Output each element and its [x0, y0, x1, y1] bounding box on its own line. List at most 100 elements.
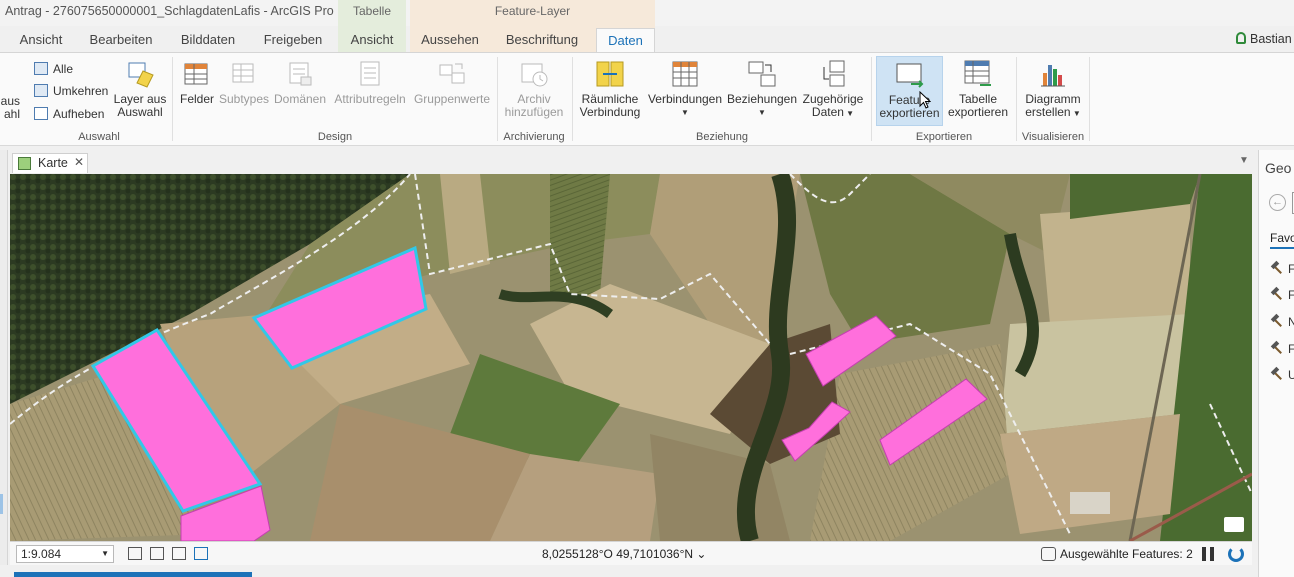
chevron-down-icon: ▼ [101, 549, 109, 558]
group-values-icon [439, 63, 465, 84]
tab-ansicht[interactable]: Ansicht [10, 28, 72, 52]
tab-map-view[interactable]: Karte ✕ [12, 153, 88, 173]
tab-freigeben[interactable]: Freigeben [256, 28, 330, 52]
bar-chart-icon [1041, 65, 1065, 87]
spatial-join-button[interactable]: Räumliche Verbindung [578, 59, 642, 119]
pause-icon[interactable] [1202, 547, 1214, 561]
coordinate-readout[interactable]: 8,0255128°O 49,7101036°N ⌄ [542, 547, 706, 561]
pane-title: Geo [1265, 160, 1292, 176]
export-features-button[interactable]: Feature exportieren [876, 56, 943, 126]
selected-features-count[interactable]: Ausgewählte Features: 2 [1060, 547, 1193, 561]
group-values-button[interactable]: Gruppenwerte [412, 59, 492, 106]
related-data-button[interactable]: Zugehörige Daten ▼ [800, 59, 866, 120]
export-features-icon [896, 63, 923, 88]
close-icon[interactable]: ✕ [74, 155, 84, 169]
north-arrow-icon[interactable] [194, 547, 208, 560]
invert-selection-button[interactable]: Umkehren [34, 84, 108, 98]
relates-icon [748, 61, 776, 87]
user-icon [1236, 32, 1246, 44]
clear-selection-icon [34, 107, 48, 120]
map-icon [18, 157, 31, 170]
chevron-down-icon: ▼ [1070, 109, 1081, 118]
joins-button[interactable]: Verbindungen ▼ [646, 59, 724, 119]
archive-icon [521, 63, 548, 87]
favorite-tool-item[interactable]: U [1271, 368, 1294, 382]
separator [871, 57, 872, 141]
mouse-cursor-icon [919, 91, 931, 109]
chat-icon[interactable] [1224, 517, 1244, 532]
tab-bilddaten[interactable]: Bilddaten [170, 28, 246, 52]
chevron-down-icon: ▼ [758, 108, 766, 117]
geoprocessing-pane: Geo ← Favo F F N F U [1258, 150, 1294, 577]
bottom-tab-indicator [14, 572, 252, 577]
table-grid-icon[interactable] [172, 547, 186, 560]
export-table-icon [964, 60, 991, 86]
hammer-icon [1271, 262, 1284, 275]
add-archive-button[interactable]: Archiv hinzufügen [502, 59, 566, 119]
chevron-down-icon: ▼ [843, 109, 855, 118]
group-label-exportieren: Exportieren [915, 131, 973, 143]
map-view[interactable] [10, 174, 1252, 541]
hammer-icon [1271, 342, 1284, 355]
favorite-tool-item[interactable]: F [1271, 288, 1294, 302]
user-account[interactable]: Bastian [1236, 32, 1292, 46]
favorite-tool-item[interactable]: F [1271, 262, 1294, 276]
separator [1016, 57, 1017, 141]
hammer-icon [1271, 288, 1284, 301]
subtypes-button[interactable]: Subtypes [218, 59, 270, 106]
fields-button[interactable]: Felder [176, 59, 218, 106]
clear-selection-button[interactable]: Aufheben [34, 107, 104, 121]
domains-icon [289, 62, 312, 86]
export-table-button[interactable]: Tabelle exportieren [945, 59, 1011, 119]
context-group-tabelle-label: Tabelle [352, 4, 392, 18]
tab-bearbeiten[interactable]: Bearbeiten [82, 28, 160, 52]
context-group-feature-layer-label: Feature-Layer [494, 4, 571, 18]
group-label-archivierung: Archivierung [503, 131, 565, 143]
domains-button[interactable]: Domänen [272, 59, 328, 106]
separator [572, 57, 573, 141]
tab-daten[interactable]: Daten [596, 28, 655, 53]
chevron-down-icon[interactable]: ▼ [1239, 155, 1249, 166]
group-label-auswahl: Auswahl [78, 131, 120, 143]
chevron-down-icon: ⌄ [696, 547, 707, 561]
relates-button[interactable]: Beziehungen ▼ [726, 59, 798, 119]
favorite-tool-item[interactable]: N [1271, 315, 1294, 329]
grid-snap-icon[interactable] [150, 547, 164, 560]
tab-favorites[interactable]: Favo [1270, 231, 1294, 249]
status-bar: 1:9.084 ▼ 8,0255128°O 49,7101036°N ⌄ Ausg… [10, 541, 1252, 565]
attribute-rules-button[interactable]: Attributregeln [330, 59, 410, 106]
group-label-beziehung: Beziehung [696, 131, 748, 143]
joins-icon [672, 61, 698, 87]
layer-from-selection-icon [128, 62, 154, 88]
refresh-icon[interactable] [1228, 546, 1244, 562]
favorite-tool-item[interactable]: F [1271, 342, 1294, 356]
fixed-zoom-icon[interactable] [128, 547, 142, 560]
create-chart-button[interactable]: Diagramm erstellen ▼ [1022, 59, 1084, 120]
ribbon: aus ahl Alle Umkehren Aufheben Layer aus… [0, 52, 1294, 146]
scale-selector[interactable]: 1:9.084 ▼ [16, 545, 114, 563]
related-data-icon [823, 60, 845, 87]
attribute-rules-icon [360, 61, 380, 86]
subtypes-icon [232, 63, 254, 83]
spatial-join-icon [596, 61, 624, 87]
tab-tabelle-ansicht[interactable]: Ansicht [340, 28, 404, 52]
layer-from-selection-button[interactable]: Layer aus Auswahl [112, 59, 168, 119]
left-dock-strip [0, 150, 8, 577]
left-dock-indicator [0, 494, 3, 514]
window-title: Antrag - 276075650000001_SchlagdatenLafi… [5, 4, 334, 18]
back-arrow-icon[interactable]: ← [1269, 194, 1286, 211]
tab-aussehen[interactable]: Aussehen [414, 28, 486, 52]
invert-selection-icon [34, 84, 48, 97]
layer-from-selection-truncated[interactable]: aus ahl [0, 95, 20, 121]
separator [1089, 57, 1090, 141]
separator [497, 57, 498, 141]
hammer-icon [1271, 315, 1284, 328]
group-label-visualisieren: Visualisieren [1021, 131, 1085, 143]
select-all-button[interactable]: Alle [34, 62, 73, 76]
select-all-icon [34, 62, 48, 75]
fields-icon [184, 63, 208, 85]
hammer-icon [1271, 368, 1284, 381]
selected-features-icon [1041, 547, 1056, 561]
group-label-design: Design [317, 131, 353, 143]
tab-beschriftung[interactable]: Beschriftung [496, 28, 588, 52]
